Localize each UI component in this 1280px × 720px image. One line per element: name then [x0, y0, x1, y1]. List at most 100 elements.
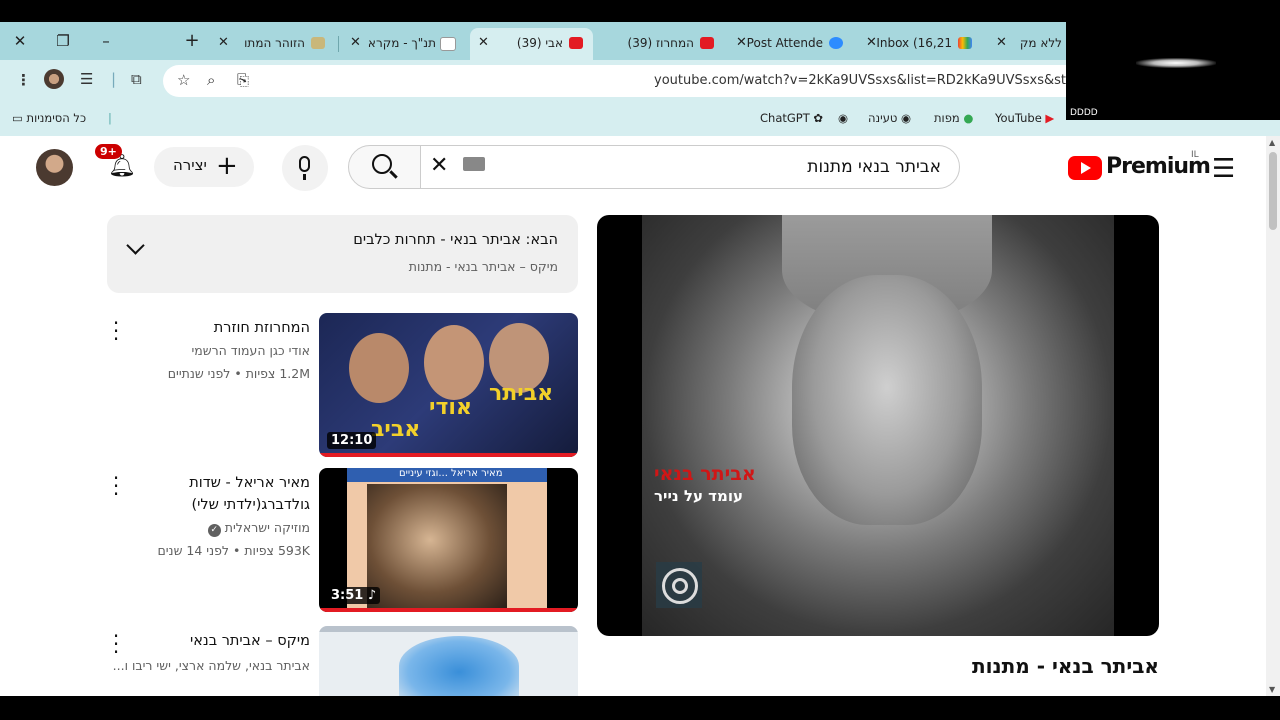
album-art-face [792, 275, 982, 525]
video-thumbnail[interactable]: אביתר אודי אביב 12:10 [319, 313, 578, 457]
bookmark-youtube[interactable]: YouTube ▶ [995, 111, 1054, 125]
tab-title: אבי (39) [516, 36, 563, 50]
browser-window: ✕ ❐ – + ✕ הזוהר המתו ✕ תנ"ך - מקרא ✕ אבי… [0, 22, 1280, 696]
more-actions-icon[interactable]: · · · [110, 468, 122, 504]
chevron-down-icon[interactable] [126, 236, 145, 255]
verified-icon: ✓ [207, 524, 221, 537]
video-thumbnail[interactable]: מאיר אריאל ...וגזי עיניים 3:51 ♪ [319, 468, 578, 612]
album-artist-text: אביתר בנאי [654, 463, 756, 485]
tab-active-youtube[interactable]: ✕ אבי (39) [470, 28, 593, 60]
tab-strip: ✕ ❐ – + ✕ הזוהר המתו ✕ תנ"ך - מקרא ✕ אבי… [0, 22, 1066, 60]
video-player[interactable]: אביתר בנאי עומד על נייר [597, 215, 1159, 636]
list-item[interactable]: מאיר אריאל ...וגזי עיניים 3:51 ♪ מאיר אר… [107, 468, 578, 613]
channel-name[interactable]: אביתר בנאי, שלמה ארצי, ישי ריבו ו... [113, 658, 310, 673]
music-disc-icon [656, 562, 702, 608]
youtube-logo-icon[interactable] [1068, 156, 1102, 180]
toolbar-divider: | [111, 70, 117, 88]
tab-zohar[interactable]: ✕ הזוהר המתו [210, 28, 335, 60]
bookmark-star-icon[interactable]: ☆ [177, 71, 190, 89]
zoom-icon[interactable]: ⌕ [207, 71, 215, 89]
tab-close-icon[interactable]: ✕ [350, 35, 361, 50]
tab-youtube-mahrozet[interactable]: המחרוז (39) [600, 28, 724, 60]
restore-window-icon[interactable]: ❐ [53, 31, 73, 51]
more-actions-icon[interactable]: · · · [110, 313, 122, 349]
tab-close-icon[interactable]: ✕ [866, 35, 877, 50]
reading-list-icon[interactable]: ☰ [80, 70, 93, 88]
tab-title: Inbox (16,21 [876, 36, 952, 50]
voice-search-button[interactable] [282, 145, 328, 191]
search-input[interactable]: אביתר בנאי מתנות ✕ [420, 145, 960, 189]
bookmark-loading[interactable]: טעינה ◉ [868, 111, 911, 125]
address-bar[interactable]: ☆ ⌕ ⎘ youtube.com/watch?v=2kKa9UVSsxs&li… [163, 65, 1066, 97]
watched-progress-bar [319, 453, 578, 457]
tab-title: הזוהר המתו [244, 36, 305, 50]
tab-gmail[interactable]: ✕ Inbox (16,21 [858, 28, 982, 60]
scrollbar-thumb[interactable] [1269, 152, 1277, 230]
chatgpt-icon: ✿ [813, 111, 824, 125]
scroll-down-icon[interactable]: ▼ [1269, 685, 1275, 694]
more-actions-icon[interactable]: · · · [110, 626, 122, 662]
tab-zoom[interactable]: ✕ Post Attende [728, 28, 853, 60]
video-stats: 593K צפיות • לפני 14 שנים [157, 543, 310, 558]
maps-pin-icon: ● [963, 111, 974, 125]
watched-progress-bar [319, 608, 578, 612]
keyboard-icon[interactable] [463, 157, 485, 171]
folder-icon: ▭ [12, 111, 23, 125]
tab-partial[interactable]: ✕ ללא מק [988, 28, 1066, 60]
tab-favicon-icon [311, 37, 325, 49]
install-app-icon[interactable]: ⎘ [237, 71, 249, 89]
minimize-window-icon[interactable]: – [96, 31, 116, 51]
channel-name[interactable]: אודי כגן העמוד הרשמי [191, 343, 310, 358]
performer-2 [424, 325, 484, 400]
new-tab-icon[interactable]: + [182, 31, 202, 51]
close-window-icon[interactable]: ✕ [10, 31, 30, 51]
all-bookmarks[interactable]: כל הסימניות ▭ [12, 111, 86, 125]
page-scrollbar[interactable]: ▲ ▼ [1266, 136, 1280, 696]
bookmark-maps[interactable]: מפות ● [934, 111, 973, 125]
album-art: אביתר בנאי עומד על נייר [642, 215, 1114, 636]
url-text[interactable]: youtube.com/watch?v=2kKa9UVSsxs&list=RD2… [654, 73, 1066, 88]
extensions-icon[interactable]: ⧉ [131, 70, 142, 88]
create-button[interactable]: יצירה + [154, 147, 254, 187]
scroll-up-icon[interactable]: ▲ [1269, 138, 1275, 147]
menu-dots-icon[interactable]: ⋮ [16, 71, 31, 89]
channel-name[interactable]: מוזיקה ישראלית ✓ [207, 520, 310, 537]
tab-close-icon[interactable]: ✕ [478, 35, 489, 50]
screen-top-border [0, 0, 1280, 22]
clear-search-icon[interactable]: ✕ [430, 153, 448, 178]
list-item[interactable]: מיקס – אביתר בנאי אביתר בנאי, שלמה ארצי,… [107, 626, 578, 696]
music-note-icon: ♪ [367, 588, 377, 603]
tab-close-icon[interactable]: ✕ [218, 35, 229, 50]
globe-bookmark-icon[interactable]: ◉ [838, 111, 848, 125]
bookmark-chatgpt[interactable]: ChatGPT ✿ [760, 111, 823, 125]
dove-graphic [399, 636, 519, 696]
zoom-favicon-icon [829, 37, 843, 49]
search-icon-handle [389, 170, 398, 179]
album-name-text: עומד על נייר [654, 487, 743, 505]
video-thumbnail[interactable] [319, 626, 578, 696]
performer-1 [349, 333, 409, 403]
profile-avatar-icon[interactable] [44, 69, 64, 89]
playlist-next-panel[interactable]: הבא: אביתר בנאי - תחרות כלבים מיקס – אבי… [107, 215, 578, 293]
hamburger-menu-icon[interactable]: ☰ [1212, 154, 1235, 184]
video-title[interactable]: מאיר אריאל - שדות גולדברג(ילדתי שלי) [120, 472, 310, 516]
list-item[interactable]: אביתר אודי אביב 12:10 המחרוזת חוזרת אודי… [107, 313, 578, 458]
youtube-favicon-icon [569, 37, 583, 49]
search-query[interactable]: אביתר בנאי מתנות [807, 157, 941, 177]
globe-icon: ◉ [901, 111, 912, 125]
video-title[interactable]: המחרוזת חוזרת [120, 317, 310, 339]
account-avatar[interactable] [36, 149, 73, 186]
thumb-name-1: אביתר [489, 381, 554, 406]
tab-tanakh[interactable]: ✕ תנ"ך - מקרא [342, 28, 466, 60]
screen-bottom-border [0, 696, 1280, 720]
video-title[interactable]: מיקס – אביתר בנאי [120, 630, 310, 652]
tab-close-icon[interactable]: ✕ [996, 35, 1007, 50]
youtube-favicon-icon [700, 37, 714, 49]
search-button[interactable] [348, 145, 421, 189]
plus-icon: + [216, 151, 238, 181]
album-photo [367, 484, 507, 608]
video-duration: 12:10 [327, 432, 377, 449]
youtube-header: ☰ Premium IL אביתר בנאי מתנות ✕ יצירה + … [0, 136, 1266, 200]
tab-close-icon[interactable]: ✕ [736, 35, 747, 50]
duration-text: 3:51 [331, 588, 364, 603]
